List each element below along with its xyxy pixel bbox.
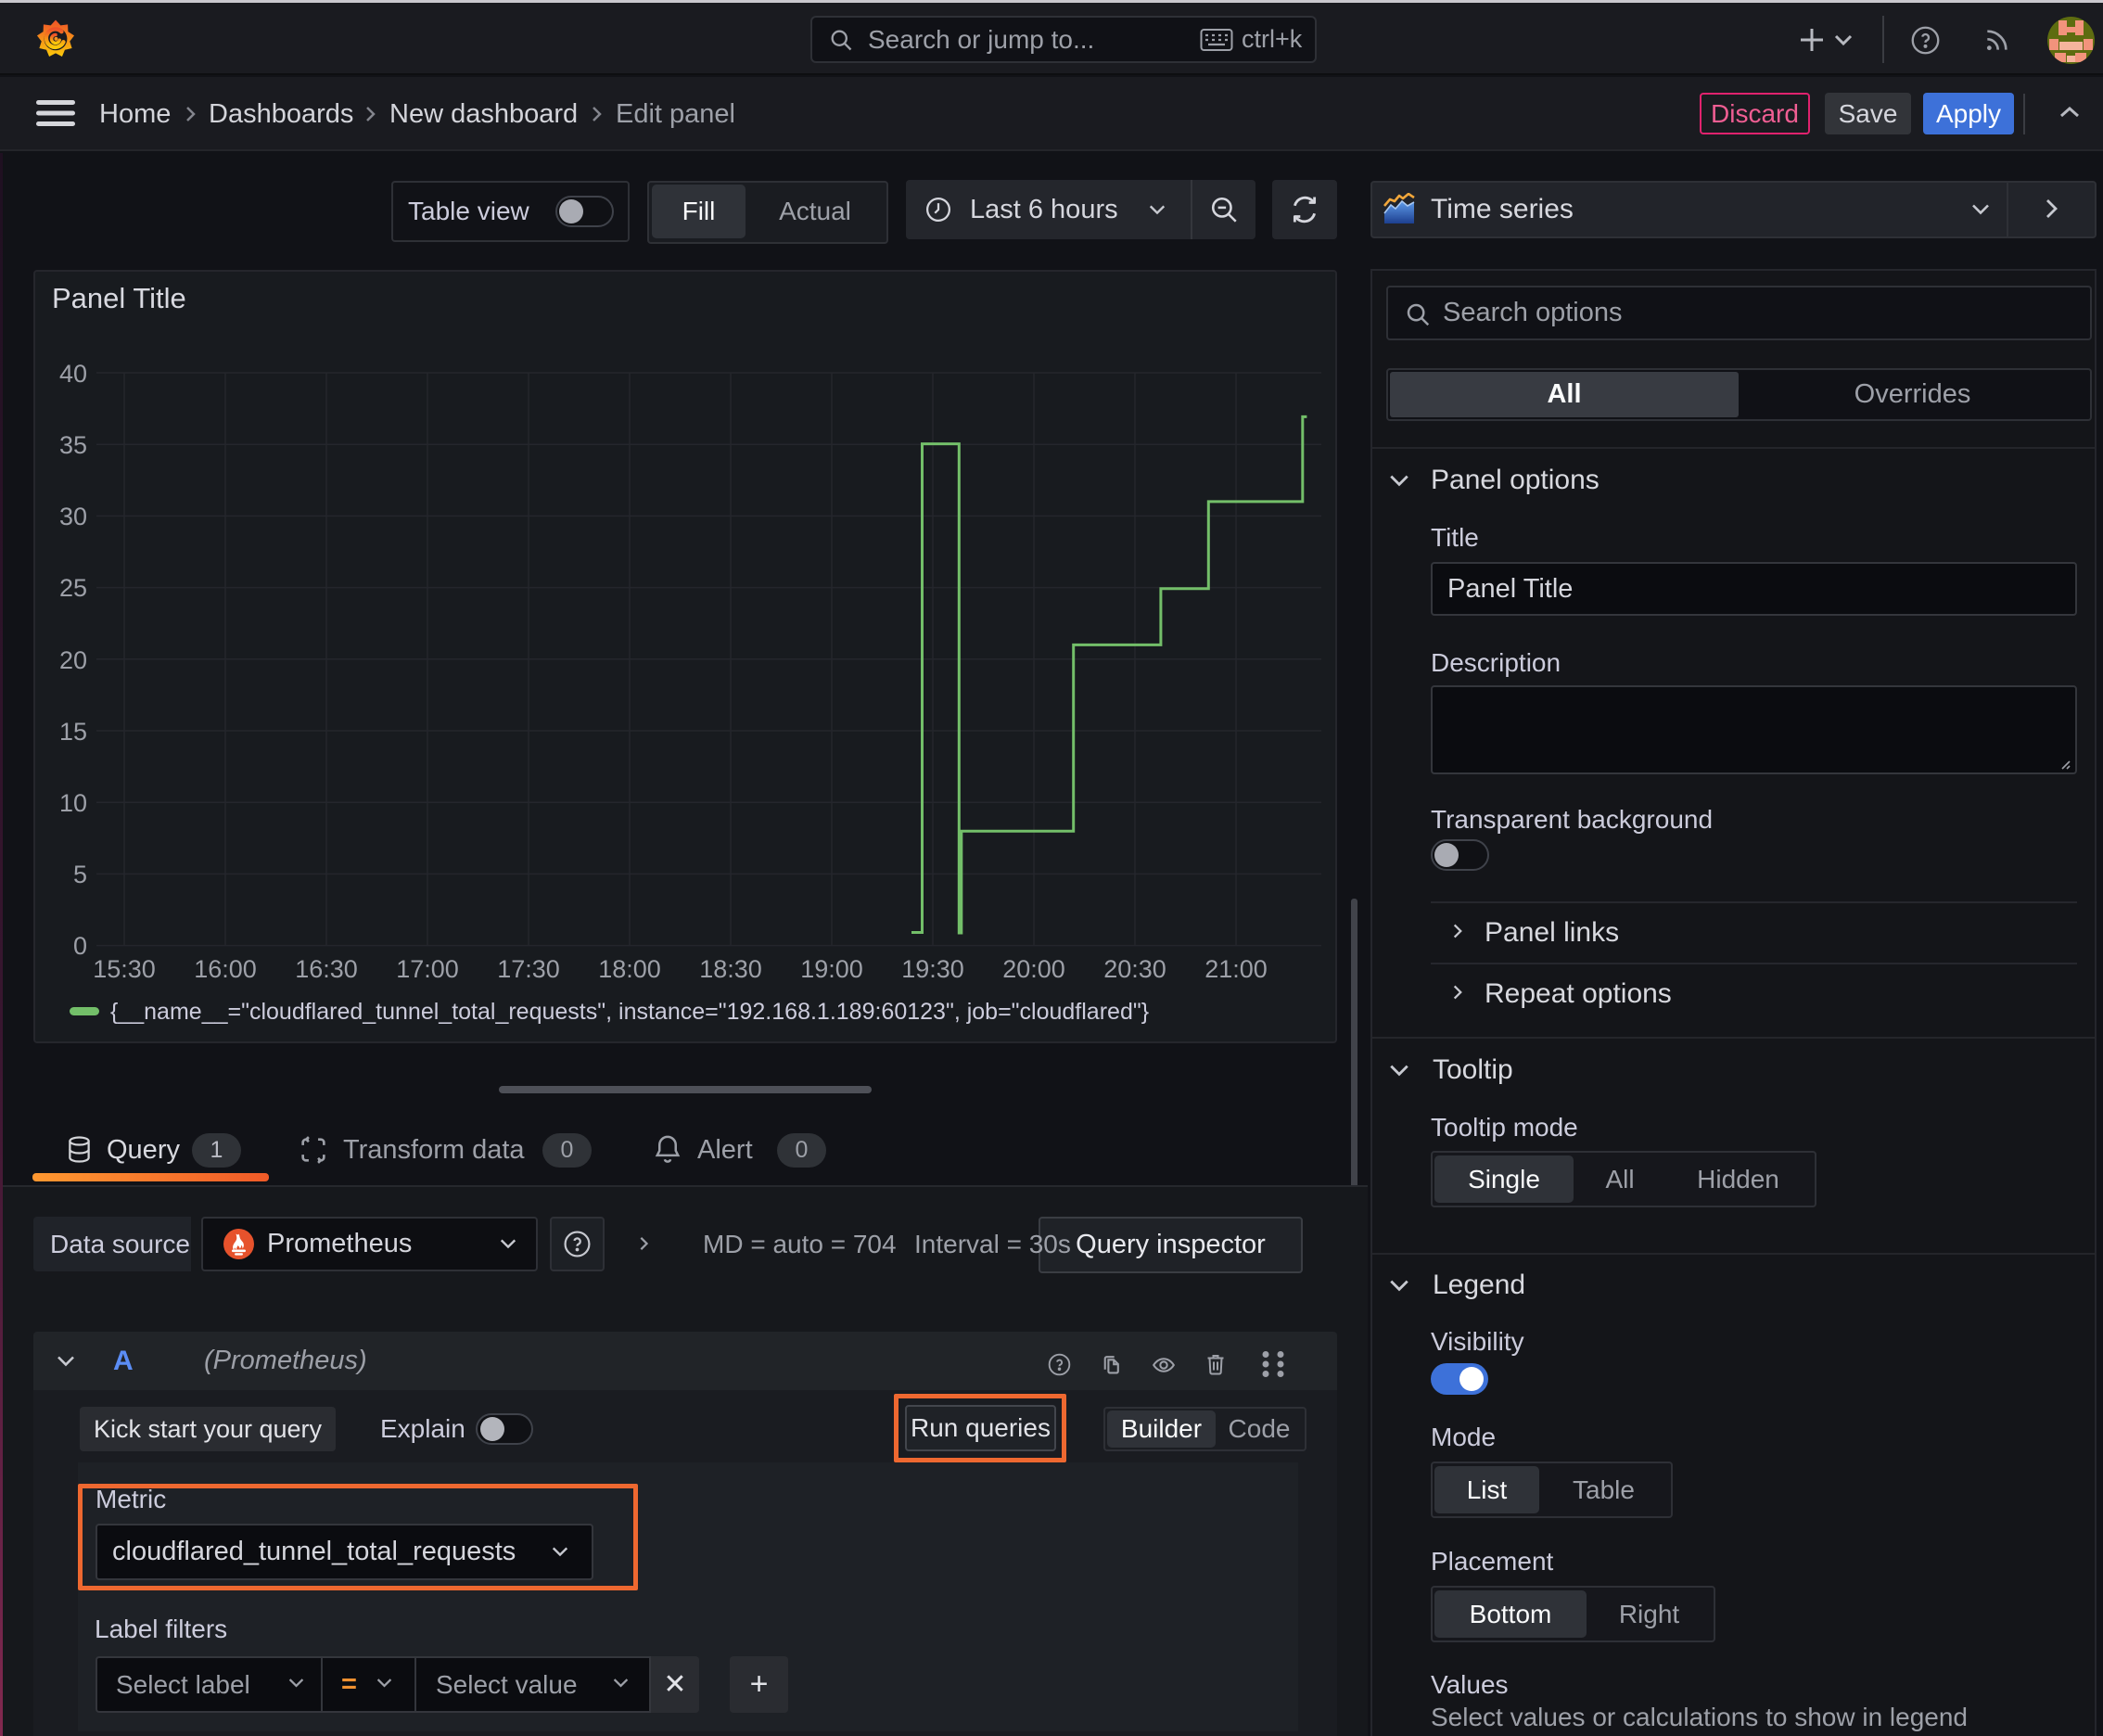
svg-text:10: 10 [59,789,87,817]
svg-text:5: 5 [73,861,87,888]
svg-text:40: 40 [59,360,87,388]
svg-text:20:30: 20:30 [1103,955,1166,983]
svg-text:17:00: 17:00 [396,955,459,983]
svg-text:21:00: 21:00 [1204,955,1268,983]
svg-text:17:30: 17:30 [497,955,560,983]
svg-text:15:30: 15:30 [93,955,156,983]
svg-text:20: 20 [59,646,87,674]
svg-text:19:00: 19:00 [800,955,863,983]
svg-text:16:00: 16:00 [194,955,257,983]
svg-text:19:30: 19:30 [901,955,964,983]
svg-text:16:30: 16:30 [295,955,358,983]
svg-text:25: 25 [59,574,87,602]
svg-text:18:30: 18:30 [699,955,762,983]
svg-text:20:00: 20:00 [1002,955,1065,983]
svg-text:18:00: 18:00 [598,955,661,983]
svg-text:{__name__="cloudflared_tunnel_: {__name__="cloudflared_tunnel_total_requ… [110,999,1149,1025]
svg-text:15: 15 [59,718,87,746]
svg-text:0: 0 [73,932,87,960]
svg-text:35: 35 [59,431,87,459]
svg-text:30: 30 [59,503,87,530]
